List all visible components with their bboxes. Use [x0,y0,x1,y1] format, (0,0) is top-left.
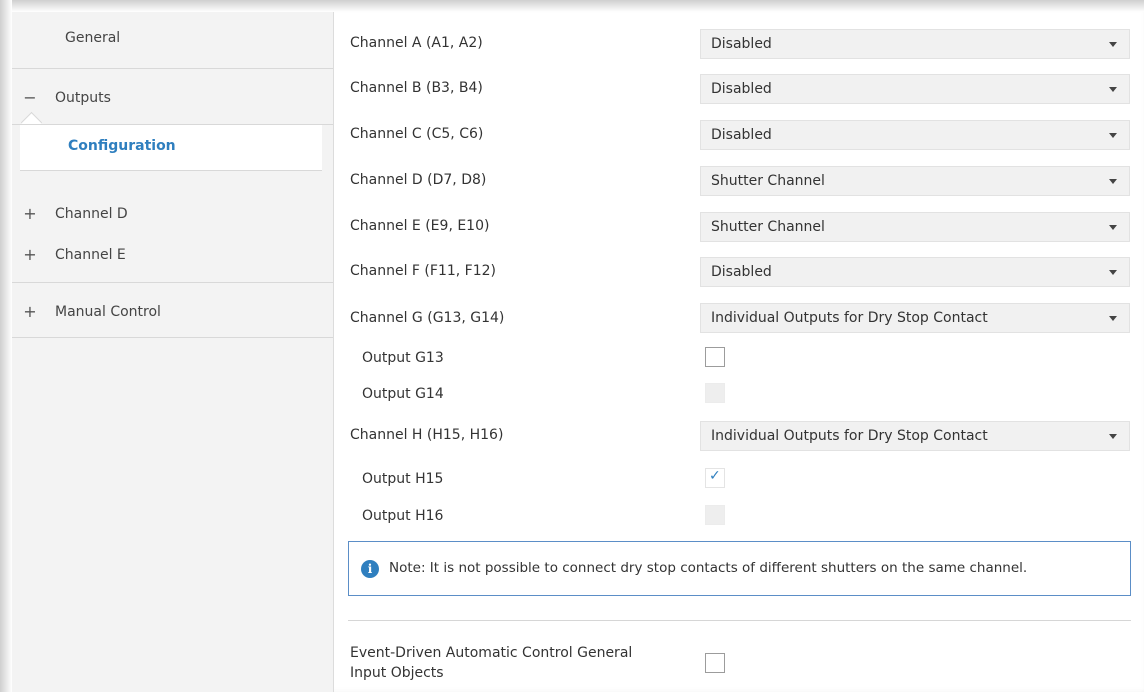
chevron-down-icon [1109,225,1117,230]
sidebar-item-label: Configuration [68,138,176,154]
event-driven-label-line2: Input Objects [350,665,444,681]
left-shadow [0,0,12,692]
output-g14-label: Output G14 [362,386,444,402]
chevron-down-icon [1109,42,1117,47]
channel-b-select[interactable]: Disabled [700,74,1130,104]
channel-c-select[interactable]: Disabled [700,120,1130,150]
channel-f-select[interactable]: Disabled [700,257,1130,287]
expand-icon[interactable]: + [20,302,40,321]
output-g13-label: Output G13 [362,350,444,366]
channel-g-select[interactable]: Individual Outputs for Dry Stop Contact [700,303,1130,333]
channel-e-label: Channel E (E9, E10) [350,218,490,234]
expand-icon[interactable]: + [20,245,40,264]
chevron-down-icon [1109,179,1117,184]
select-value: Disabled [711,36,772,52]
chevron-down-icon [1109,133,1117,138]
sidebar-item-label: Manual Control [55,303,161,320]
chevron-down-icon [1109,434,1117,439]
output-h15-label: Output H15 [362,471,444,487]
sidebar-item-label: General [65,30,121,46]
output-h16-label: Output H16 [362,508,444,524]
channel-d-select[interactable]: Shutter Channel [700,166,1130,196]
expand-icon[interactable]: + [20,204,40,223]
sidebar-item-channel-e[interactable]: + Channel E [20,245,320,264]
info-icon: i [361,560,379,578]
channel-c-label: Channel C (C5, C6) [350,126,484,142]
sidebar-item-general[interactable]: General [65,30,325,46]
output-h15-checkbox[interactable]: ✓ [705,468,725,488]
top-shadow [0,0,1144,12]
sidebar: General − Outputs + Channel D + Channel … [12,12,334,692]
info-note: i Note: It is not possible to connect dr… [348,541,1131,596]
sidebar-item-channel-d[interactable]: + Channel D [20,204,320,223]
select-value: Shutter Channel [711,219,825,235]
event-driven-label-line1: Event-Driven Automatic Control General [350,645,633,661]
sidebar-item-label: Outputs [55,89,111,106]
select-value: Shutter Channel [711,173,825,189]
chevron-down-icon [1109,87,1117,92]
select-value: Disabled [711,127,772,143]
checkmark-icon: ✓ [709,468,721,484]
output-g14-checkbox [705,383,725,403]
select-value: Disabled [711,81,772,97]
chevron-down-icon [1109,270,1117,275]
channel-b-label: Channel B (B3, B4) [350,80,483,96]
chevron-down-icon [1109,316,1117,321]
select-value: Individual Outputs for Dry Stop Contact [711,310,988,326]
channel-a-select[interactable]: Disabled [700,29,1130,59]
output-g13-checkbox[interactable] [705,347,725,367]
sidebar-item-label: Channel D [55,205,128,222]
sidebar-item-label: Channel E [55,246,126,263]
channel-h-select[interactable]: Individual Outputs for Dry Stop Contact [700,421,1130,451]
select-value: Individual Outputs for Dry Stop Contact [711,428,988,444]
sidebar-item-outputs[interactable]: − Outputs [20,88,320,107]
channel-g-label: Channel G (G13, G14) [350,310,505,326]
select-value: Disabled [711,264,772,280]
channel-d-label: Channel D (D7, D8) [350,172,487,188]
channel-h-label: Channel H (H15, H16) [350,427,504,443]
sidebar-item-configuration[interactable]: Configuration [20,124,322,171]
collapse-icon[interactable]: − [20,88,40,107]
channel-a-label: Channel A (A1, A2) [350,35,483,51]
event-driven-label: Event-Driven Automatic Control General I… [350,643,680,683]
section-divider [348,620,1131,621]
channel-e-select[interactable]: Shutter Channel [700,212,1130,242]
event-driven-checkbox[interactable] [705,653,725,673]
output-h16-checkbox [705,505,725,525]
info-note-text: Note: It is not possible to connect dry … [389,560,1028,576]
channel-f-label: Channel F (F11, F12) [350,263,496,279]
sidebar-item-manual-control[interactable]: + Manual Control [20,302,320,321]
sidebar-divider [12,337,333,338]
sidebar-divider [12,68,333,69]
sidebar-divider [12,282,333,283]
